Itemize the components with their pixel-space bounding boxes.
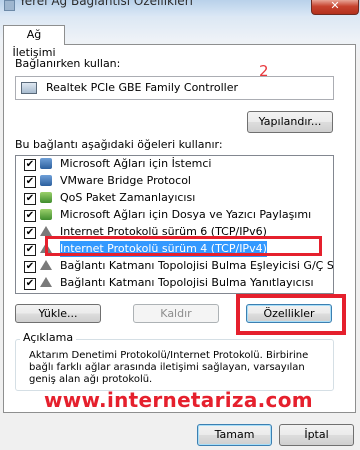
network-protocol-icon xyxy=(40,277,52,287)
item-checkbox[interactable]: ✔ xyxy=(24,176,36,188)
watermark: www.internetariza.com xyxy=(44,388,313,412)
item-checkbox[interactable]: ✔ xyxy=(24,193,36,205)
item-checkbox[interactable]: ✔ xyxy=(24,244,36,256)
network-client-icon xyxy=(40,158,52,169)
item-label: Bağlantı Katmanı Topolojisi Bulma Yanıtl… xyxy=(60,276,314,289)
close-button[interactable]: ✕ xyxy=(311,0,359,15)
item-label: Microsoft Ağları için İstemci xyxy=(60,157,212,170)
list-item-selected[interactable]: ✔ Internet Protokolü sürüm 4 (TCP/IPv4) xyxy=(16,241,333,257)
adapter-box[interactable]: Realtek PCIe GBE Family Controller xyxy=(15,76,334,100)
description-title: Açıklama xyxy=(20,331,77,344)
uninstall-button[interactable]: Kaldır xyxy=(133,304,219,323)
network-connection-icon xyxy=(4,0,15,11)
list-item[interactable]: ✔ Bağlantı Katmanı Topolojisi Bulma Eşle… xyxy=(16,258,333,274)
window-title: Yerel Ağ Bağlantısı Özellikleri xyxy=(19,0,193,8)
list-item[interactable]: ✔ Microsoft Ağları için İstemci xyxy=(16,156,333,172)
network-protocol-icon xyxy=(40,260,52,270)
adapter-name: Realtek PCIe GBE Family Controller xyxy=(46,81,239,94)
item-checkbox[interactable]: ✔ xyxy=(24,210,36,222)
tab-networking[interactable]: Ağ İletişimi xyxy=(3,25,65,59)
item-checkbox[interactable]: ✔ xyxy=(24,261,36,273)
ok-button[interactable]: Tamam xyxy=(197,424,272,446)
network-service-icon xyxy=(40,209,52,220)
list-item[interactable]: ✔ QoS Paket Zamanlayıcısı xyxy=(16,190,333,206)
properties-button[interactable]: Özellikler xyxy=(246,304,332,323)
list-item[interactable]: ✔ VMware Bridge Protocol xyxy=(16,173,333,189)
network-protocol-icon xyxy=(40,175,52,186)
item-checkbox[interactable]: ✔ xyxy=(24,278,36,290)
title-bar[interactable]: Yerel Ağ Bağlantısı Özellikleri ✕ xyxy=(0,0,360,16)
list-item[interactable]: ✔ Internet Protokolü sürüm 6 (TCP/IPv6) xyxy=(16,224,333,240)
step-number-annotation: 2 xyxy=(259,62,269,80)
network-protocol-icon xyxy=(40,243,52,253)
install-button[interactable]: Yükle... xyxy=(15,304,101,323)
item-label: QoS Paket Zamanlayıcısı xyxy=(60,191,196,204)
item-checkbox[interactable]: ✔ xyxy=(24,159,36,171)
cancel-button[interactable]: İptal xyxy=(279,424,354,446)
list-item[interactable]: ✔ Microsoft Ağları için Dosya ve Yazıcı … xyxy=(16,207,333,223)
network-service-icon xyxy=(40,192,52,203)
items-list[interactable]: ✔ Microsoft Ağları için İstemci ✔ VMware… xyxy=(15,155,334,294)
item-label: Microsoft Ağları için Dosya ve Yazıcı Pa… xyxy=(60,208,312,221)
item-label: Internet Protokolü sürüm 6 (TCP/IPv6) xyxy=(60,225,267,238)
description-text: Aktarım Denetimi Protokolü/Internet Prot… xyxy=(29,350,309,385)
network-adapter-icon xyxy=(21,82,37,94)
item-label: Internet Protokolü sürüm 4 (TCP/IPv4) xyxy=(60,241,267,257)
item-label: Bağlantı Katmanı Topolojisi Bulma Eşleyi… xyxy=(60,259,334,272)
items-label: Bu bağlantı aşağıdaki öğeleri kullanır: xyxy=(15,138,223,151)
list-item[interactable]: ✔ Bağlantı Katmanı Topolojisi Bulma Yanı… xyxy=(16,275,333,291)
item-label: VMware Bridge Protocol xyxy=(60,174,191,187)
network-protocol-icon xyxy=(40,226,52,236)
item-checkbox[interactable]: ✔ xyxy=(24,227,36,239)
tab-networking-label: Ağ İletişimi xyxy=(12,28,56,59)
configure-button[interactable]: Yapılandır... xyxy=(247,111,333,133)
